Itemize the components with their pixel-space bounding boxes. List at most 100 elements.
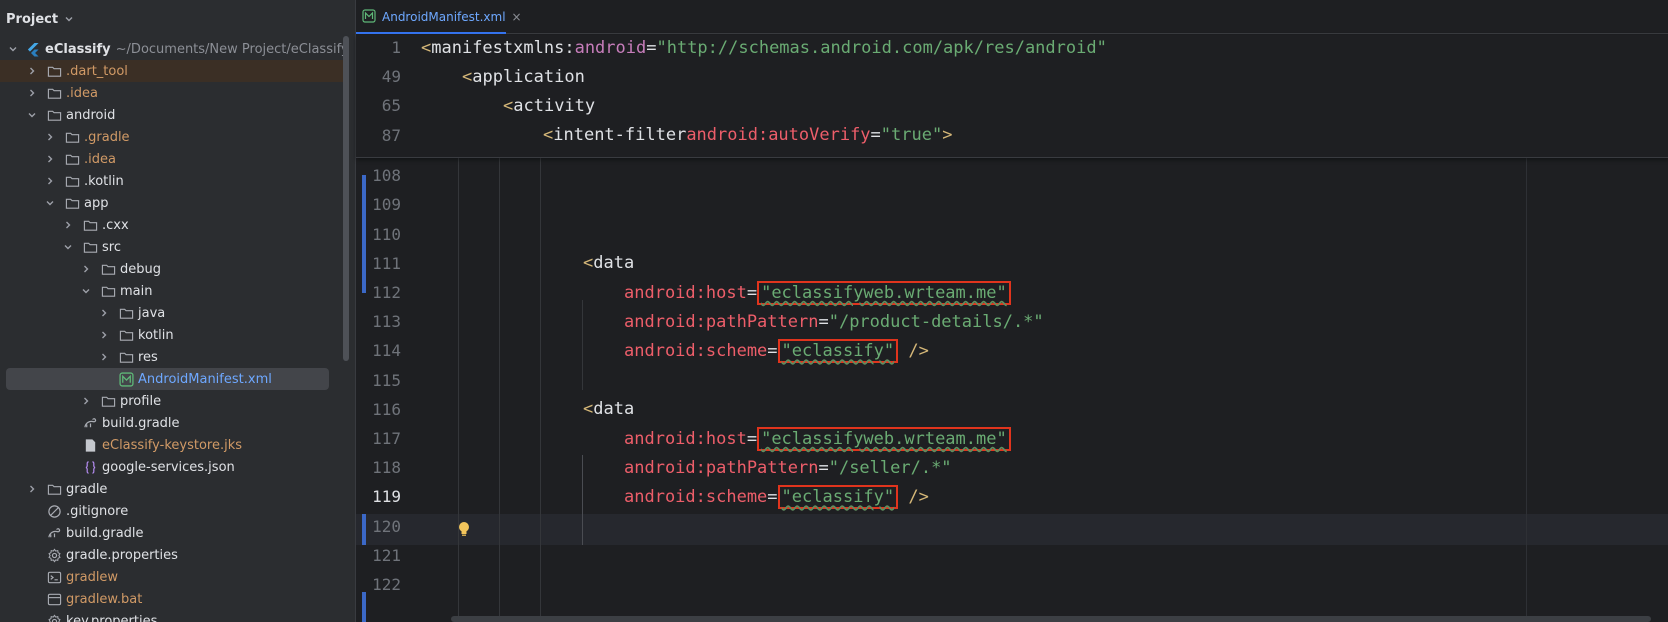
- tree-item[interactable]: android: [0, 104, 345, 126]
- indent-guide: [582, 300, 583, 390]
- code-line[interactable]: android:scheme = "eclassify" />: [624, 335, 929, 366]
- tree-item[interactable]: gradle.properties: [0, 544, 345, 566]
- attribute-value-text: "eclassifyweb.wrteam.me": [761, 428, 1007, 449]
- folder-icon: [64, 151, 80, 167]
- attribute-name: android:scheme: [624, 486, 768, 507]
- tree-item[interactable]: gradlew: [0, 566, 345, 588]
- tree-item[interactable]: eClassify-keystore.jks: [0, 434, 345, 456]
- tree-item[interactable]: .idea: [0, 148, 345, 170]
- chevron-right-icon[interactable]: [44, 175, 56, 187]
- tree-item[interactable]: eClassify ~/Documents/New Project/eClassi…: [0, 38, 349, 60]
- folder-icon: [118, 305, 134, 321]
- chevron-down-icon[interactable]: [64, 14, 74, 24]
- chevron-right-icon[interactable]: [80, 395, 92, 407]
- code-line[interactable]: android:host = "eclassifyweb.wrteam.me": [624, 277, 1011, 308]
- tree-item[interactable]: .kotlin: [0, 170, 345, 192]
- tree-item[interactable]: google-services.json: [0, 456, 345, 478]
- tree-item-label: gradlew.bat: [66, 591, 143, 607]
- chevron-down-icon[interactable]: [26, 109, 38, 121]
- tree-item-label: google-services.json: [102, 459, 235, 475]
- code-line[interactable]: android:pathPattern = "/product-details/.*…: [624, 306, 1044, 337]
- line-number: 117: [372, 429, 401, 448]
- tree-item-label: gradlew: [66, 569, 119, 585]
- folder-icon: [46, 63, 62, 79]
- xmlns-attribute: xmlns: [513, 37, 565, 58]
- equals-sign: =: [746, 282, 758, 303]
- chevron-right-icon[interactable]: [98, 329, 110, 341]
- tree-item[interactable]: .gitignore: [0, 500, 345, 522]
- chevron-right-icon[interactable]: [44, 131, 56, 143]
- line-number: 114: [372, 341, 401, 361]
- tree-item[interactable]: profile: [0, 390, 345, 412]
- tree-item[interactable]: .gradle: [0, 126, 345, 148]
- code-line[interactable]: < application: [462, 61, 585, 92]
- code-line[interactable]: < intent-filter android:autoVerify = "true"…: [543, 120, 952, 151]
- tab-label: AndroidManifest.xml: [382, 10, 506, 24]
- equals-sign: =: [818, 311, 829, 332]
- current-line-highlight: [356, 514, 1668, 545]
- tree-item-label: debug: [120, 261, 161, 277]
- tag-name: data: [593, 399, 635, 420]
- terminal-icon: [46, 569, 62, 585]
- code-line[interactable]: < activity: [503, 90, 595, 121]
- code-line[interactable]: android:host = "eclassifyweb.wrteam.me": [624, 423, 1011, 454]
- code-line[interactable]: < manifest xmlns: android = "http://schemas.…: [421, 32, 1107, 63]
- chevron-down-icon[interactable]: [80, 285, 92, 297]
- project-panel-header[interactable]: Project: [0, 0, 355, 38]
- tree-item[interactable]: AndroidManifest.xml: [0, 368, 345, 390]
- code-line[interactable]: < data: [583, 394, 634, 425]
- chevron-down-icon[interactable]: [8, 43, 18, 55]
- close-tab-icon[interactable]: ×: [512, 10, 522, 24]
- code-line[interactable]: android:pathPattern = "/seller/.*": [624, 452, 952, 483]
- tree-item[interactable]: .idea: [0, 82, 345, 104]
- chevron-right-icon[interactable]: [44, 153, 56, 165]
- vcs-change-marker[interactable]: [362, 592, 366, 622]
- namespace-prefix: android: [574, 37, 647, 58]
- line-number: 49: [381, 67, 401, 87]
- gear-icon: [46, 547, 62, 563]
- attribute-value-text: "true": [880, 125, 943, 146]
- line-number: 110: [372, 224, 401, 244]
- folder-icon: [46, 85, 62, 101]
- tree-item-label: profile: [120, 393, 162, 409]
- tree-item[interactable]: gradle: [0, 478, 345, 500]
- tree-item[interactable]: kotlin: [0, 324, 345, 346]
- tab-android-manifest[interactable]: AndroidManifest.xml ×: [362, 0, 522, 34]
- folder-icon: [46, 481, 62, 497]
- chevron-right-icon[interactable]: [62, 219, 74, 231]
- chevron-right-icon[interactable]: [98, 351, 110, 363]
- tree-item[interactable]: .dart_tool: [0, 60, 345, 82]
- tree-item-label: java: [138, 305, 166, 321]
- tree-item[interactable]: res: [0, 346, 345, 368]
- sticky-lines-header[interactable]: 1 < manifest xmlns: android = "http://schemas…: [356, 35, 1668, 158]
- tree-item[interactable]: java: [0, 302, 345, 324]
- tree-item[interactable]: key.properties: [0, 610, 345, 622]
- line-number: 118: [372, 458, 401, 478]
- chevron-right-icon[interactable]: [26, 65, 38, 77]
- horizontal-scrollbar[interactable]: [451, 616, 1651, 622]
- tree-item[interactable]: build.gradle: [0, 522, 345, 544]
- code-line[interactable]: android:scheme = "eclassify" />: [624, 481, 929, 512]
- equals-sign: =: [746, 428, 758, 449]
- attribute-value: "/product-details/.*": [829, 312, 1044, 332]
- indent-guide: [582, 455, 583, 545]
- chevron-right-icon[interactable]: [80, 263, 92, 275]
- lightbulb-icon[interactable]: [456, 520, 472, 538]
- chevron-right-icon[interactable]: [26, 87, 38, 99]
- tree-item[interactable]: .cxx: [0, 214, 345, 236]
- chevron-right-icon[interactable]: [26, 483, 38, 495]
- tree-item[interactable]: main: [0, 280, 345, 302]
- tree-item[interactable]: build.gradle: [0, 412, 345, 434]
- chevron-right-icon[interactable]: [98, 307, 110, 319]
- tree-item[interactable]: debug: [0, 258, 345, 280]
- folder-icon: [100, 261, 116, 277]
- chevron-down-icon[interactable]: [62, 241, 74, 253]
- chevron-down-icon[interactable]: [44, 197, 56, 209]
- tree-item[interactable]: gradlew.bat: [0, 588, 345, 610]
- code-line[interactable]: < data: [583, 248, 634, 279]
- tree-item[interactable]: app: [0, 192, 345, 214]
- tree-item[interactable]: src: [0, 236, 345, 258]
- project-panel-scrollbar[interactable]: [343, 36, 349, 361]
- indent-guide: [499, 158, 500, 622]
